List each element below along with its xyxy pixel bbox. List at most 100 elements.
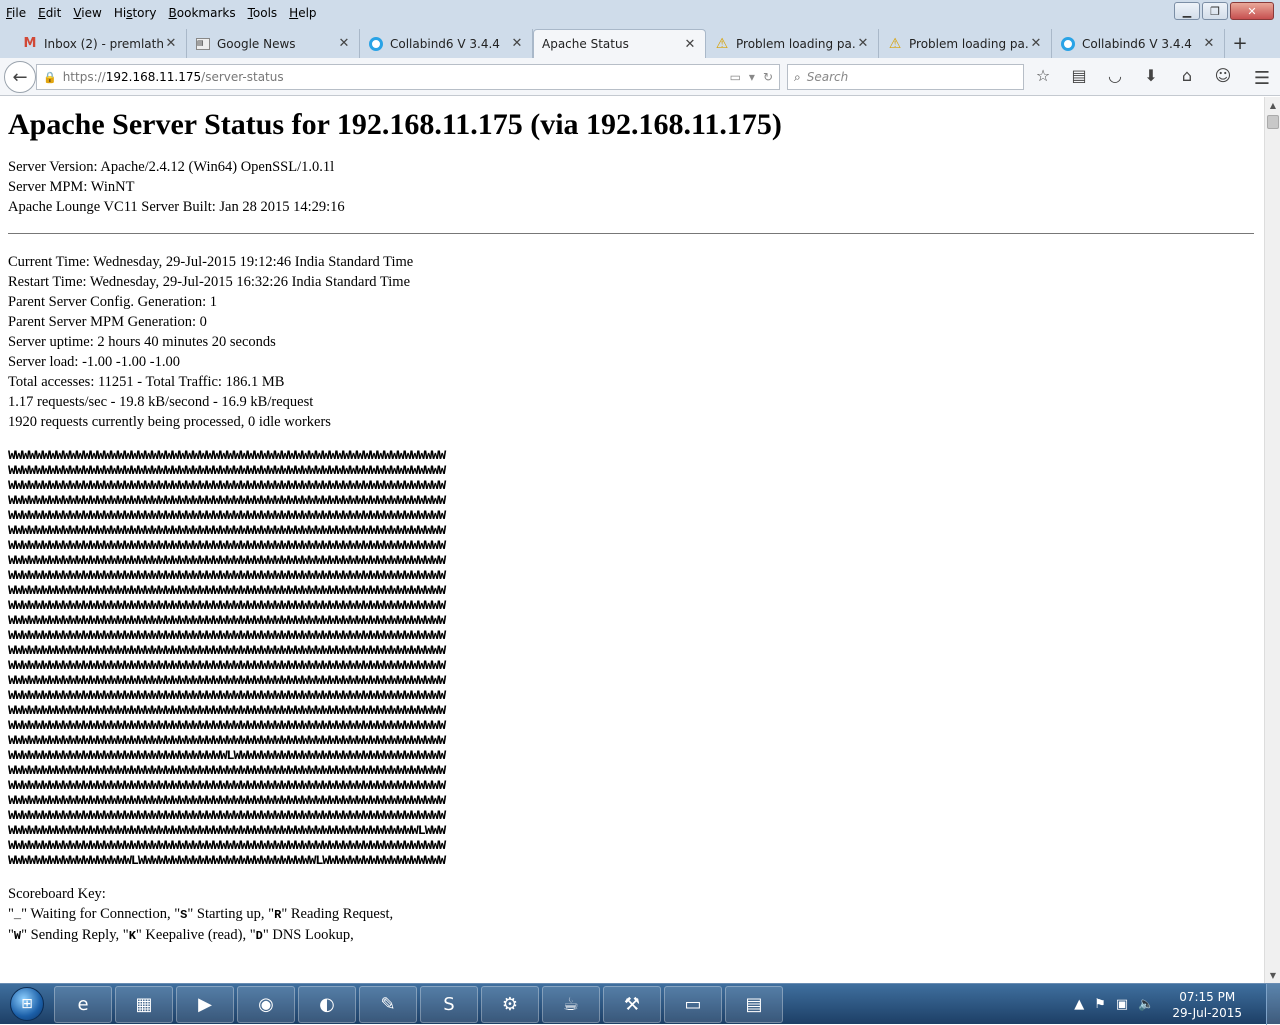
scoreboard: WWWWWWWWWWWWWWWWWWWWWWWWWWWWWWWWWWWWWWWW… [8, 448, 1264, 868]
scoreboard-key-line: "W" Sending Reply, "K" Keepalive (read),… [8, 927, 354, 943]
menu-bar: File Edit View History Bookmarks Tools Help [0, 0, 1280, 27]
back-button[interactable]: ← [4, 61, 36, 93]
show-hidden-icon[interactable]: ▲ [1074, 997, 1084, 1012]
status-info-line: Server load: -1.00 -1.00 -1.00 [8, 354, 180, 370]
scoreboard-key-title: Scoreboard Key: [8, 886, 106, 902]
tab-close-icon[interactable]: ✕ [164, 36, 178, 51]
reload-icon[interactable]: ↻ [763, 70, 773, 84]
menu-history[interactable]: History [108, 0, 163, 27]
clock[interactable]: 07:15 PM 29-Jul-2015 [1172, 989, 1242, 1021]
reader-view-icon[interactable]: ▭ [730, 70, 741, 84]
scroll-down-icon[interactable]: ▼ [1265, 967, 1280, 983]
scoreboard-row: WWWWWWWWWWWWWWWWWWWWWWWWWWWWWWWWWWWWWWWW… [8, 643, 446, 658]
java-ee-ide-icon: ☕ [562, 993, 580, 1015]
menu-help[interactable]: Help [283, 0, 322, 27]
page-content: Apache Server Status for 192.168.11.175 … [0, 97, 1264, 983]
volume-icon[interactable]: 🔈 [1138, 997, 1154, 1012]
scoreboard-row: WWWWWWWWWWWWWWWWWWWWWWWWWWWWWWWWWWWWWWWW… [8, 598, 446, 613]
search-input[interactable]: ⌕ Search [787, 64, 1024, 90]
scoreboard-row: WWWWWWWWWWWWWWWWWWLWWWWWWWWWWWWWWWWWWWWW… [8, 853, 446, 868]
lock-icon: 🔒 [43, 70, 57, 84]
scoreboard-row: WWWWWWWWWWWWWWWWWWWWWWWWWWWWWWWWWWWWWWWW… [8, 553, 446, 568]
taskbar: ⊞ e ▦ ▶ ◉ ◐ ✎ S ⚙ ☕ ⚒ ▭ ▤ ▲ ⚑ ▣ 🔈 07:15 PM 29-Jul-2… [0, 983, 1280, 1025]
ie-icon: e [77, 993, 89, 1015]
scoreboard-row: WWWWWWWWWWWWWWWWWWWWWWWWWWWWWWWWWWWWWWWW… [8, 688, 446, 703]
status-info-line: Total accesses: 11251 - Total Traffic: 1… [8, 374, 285, 390]
tab-close-icon[interactable]: ✕ [510, 36, 524, 51]
toolbar-icons: ☆ ▤ ◡ ⬇ ⌂ ☺ [1032, 66, 1234, 85]
taskbar-spreadsheet-button[interactable]: ▤ [725, 985, 783, 1023]
taskbar-java-ee-ide-button[interactable]: ☕ [542, 985, 600, 1023]
scroll-thumb[interactable] [1267, 115, 1279, 129]
server-info: Server Version: Apache/2.4.12 (Win64) Op… [8, 157, 1264, 217]
new-tab-button[interactable]: + [1225, 29, 1255, 58]
status-info-line: Parent Server Config. Generation: 1 [8, 294, 217, 310]
menu-view[interactable]: View [67, 0, 107, 27]
tab-4[interactable]: Apache Status ✕ [533, 29, 706, 58]
taskbar-remote-button[interactable]: ▭ [664, 985, 722, 1023]
taskbar-skype-button[interactable]: S [420, 985, 478, 1023]
menu-bookmarks[interactable]: Bookmarks [163, 0, 242, 27]
tool-icon: ⚒ [623, 993, 641, 1015]
scoreboard-row: WWWWWWWWWWWWWWWWWWWWWWWWWWWWWWWWWWWWWWWW… [8, 703, 446, 718]
tab-2[interactable]: ▤ Google News ✕ [187, 29, 360, 58]
vertical-scrollbar[interactable]: ▲ ▼ [1264, 97, 1280, 983]
taskbar-explorer-button[interactable]: ▦ [115, 985, 173, 1023]
url-bar[interactable]: 🔒 https://192.168.11.175/server-status ▭… [36, 64, 780, 90]
status-info: Current Time: Wednesday, 29-Jul-2015 19:… [8, 252, 1264, 432]
status-info-line: Restart Time: Wednesday, 29-Jul-2015 16:… [8, 274, 410, 290]
tab-label: Problem loading pa... [736, 36, 856, 51]
taskbar-tool-button[interactable]: ⚒ [603, 985, 661, 1023]
gmail-icon: M [23, 36, 37, 51]
tab-3[interactable]: Collabind6 V 3.4.4 ✕ [360, 29, 533, 58]
download-icon[interactable]: ⬇ [1140, 66, 1162, 85]
taskbar-firefox-button[interactable]: ◐ [298, 985, 356, 1023]
taskbar-settings-button[interactable]: ⚙ [481, 985, 539, 1023]
tab-6[interactable]: ⚠ Problem loading pa... ✕ [879, 29, 1052, 58]
tab-close-icon[interactable]: ✕ [337, 36, 351, 51]
show-desktop-button[interactable] [1266, 984, 1280, 1025]
pocket-icon[interactable]: ◡ [1104, 66, 1126, 85]
tab-7[interactable]: Collabind6 V 3.4.4 ✕ [1052, 29, 1225, 58]
home-icon[interactable]: ⌂ [1176, 66, 1198, 85]
network-icon[interactable]: ▣ [1116, 997, 1128, 1012]
scoreboard-row: WWWWWWWWWWWWWWWWWWWWWWWWWWWWWWWWWWWWWWWW… [8, 493, 446, 508]
url-text[interactable]: https://192.168.11.175/server-status [63, 70, 284, 84]
scoreboard-row: WWWWWWWWWWWWWWWWWWWWWWWWWWWWWWWWWWWWWWWW… [8, 628, 446, 643]
start-button[interactable]: ⊞ [0, 984, 54, 1025]
tab-5[interactable]: ⚠ Problem loading pa... ✕ [706, 29, 879, 58]
reading-list-icon[interactable]: ▤ [1068, 66, 1090, 85]
tab-label: Apache Status [542, 37, 629, 51]
taskbar-chrome-button[interactable]: ◉ [237, 985, 295, 1023]
taskbar-notepad-button[interactable]: ✎ [359, 985, 417, 1023]
back-arrow-icon: ← [12, 66, 28, 88]
news-icon: ▤ [196, 37, 210, 50]
tab-close-icon[interactable]: ✕ [683, 37, 697, 52]
minimize-button[interactable]: ▁ [1174, 2, 1200, 20]
chat-icon[interactable]: ☺ [1212, 66, 1234, 85]
tab-close-icon[interactable]: ✕ [1029, 36, 1043, 51]
scoreboard-row: WWWWWWWWWWWWWWWWWWWWWWWWWWWWWWWWWWWWWWWW… [8, 808, 446, 823]
tab-close-icon[interactable]: ✕ [1202, 36, 1216, 51]
menu-edit[interactable]: Edit [32, 0, 67, 27]
status-info-line: 1920 requests currently being processed,… [8, 414, 331, 430]
menu-file[interactable]: File [0, 0, 32, 27]
menu-tools[interactable]: Tools [242, 0, 284, 27]
restore-button[interactable]: ❐ [1202, 2, 1228, 20]
taskbar-media-button[interactable]: ▶ [176, 985, 234, 1023]
spreadsheet-icon: ▤ [745, 993, 763, 1015]
search-icon: ⌕ [794, 69, 801, 84]
dropdown-icon[interactable]: ▾ [749, 70, 755, 84]
close-button[interactable]: ✕ [1230, 2, 1274, 20]
scoreboard-row: WWWWWWWWWWWWWWWWWWWWWWWWWWWWWWWWWWWWWWWW… [8, 793, 446, 808]
scroll-up-icon[interactable]: ▲ [1265, 97, 1280, 113]
scoreboard-row: WWWWWWWWWWWWWWWWWWWWWWWWWWWWWWWWWWWWWWWW… [8, 613, 446, 628]
taskbar-ie-button[interactable]: e [54, 985, 112, 1023]
tab-bar: M Inbox (2) - premlath... ✕ ▤ Google News ✕ Co… [0, 27, 1280, 58]
flag-icon[interactable]: ⚑ [1094, 997, 1106, 1012]
menu-icon[interactable]: ☰ [1254, 68, 1270, 89]
window-controls: ▁ ❐ ✕ [1174, 2, 1274, 20]
tab-close-icon[interactable]: ✕ [856, 36, 870, 51]
tab-1[interactable]: M Inbox (2) - premlath... ✕ [14, 29, 187, 58]
bookmark-star-icon[interactable]: ☆ [1032, 66, 1054, 85]
